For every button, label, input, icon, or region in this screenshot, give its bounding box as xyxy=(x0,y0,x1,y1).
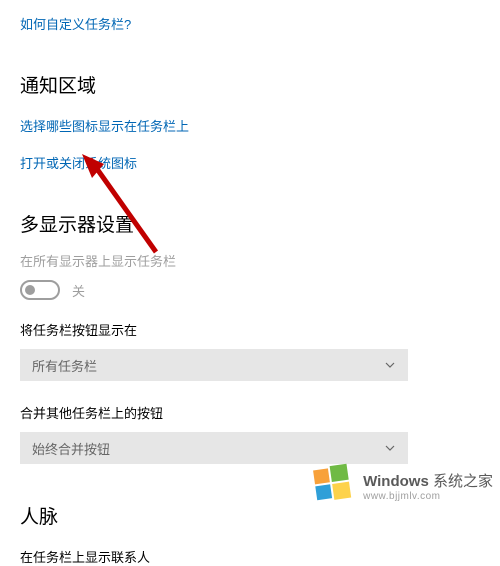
multi-monitor-title: 多显示器设置 xyxy=(20,210,480,237)
toggle-state-label: 关 xyxy=(72,281,85,300)
chevron-down-icon xyxy=(384,442,396,454)
show-contacts-label: 在任务栏上显示联系人 xyxy=(20,547,480,566)
combine-label: 合并其他任务栏上的按钮 xyxy=(20,403,480,422)
select-icons-link[interactable]: 选择哪些图标显示在任务栏上 xyxy=(20,116,480,135)
notification-area-title: 通知区域 xyxy=(20,71,480,98)
combine-value: 始终合并按钮 xyxy=(32,439,110,458)
watermark: Windows 系统之家 www.bjjmlv.com xyxy=(311,462,493,509)
toggle-knob xyxy=(25,285,35,295)
show-on-all-label: 在所有显示器上显示任务栏 xyxy=(20,251,480,270)
chevron-down-icon xyxy=(384,359,396,371)
show-buttons-value: 所有任务栏 xyxy=(32,356,97,375)
show-buttons-dropdown[interactable]: 所有任务栏 xyxy=(20,349,408,381)
show-buttons-label: 将任务栏按钮显示在 xyxy=(20,320,480,339)
watermark-url: www.bjjmlv.com xyxy=(363,491,440,502)
watermark-brand: Windows 系统之家 xyxy=(363,470,493,491)
combine-dropdown[interactable]: 始终合并按钮 xyxy=(20,432,408,464)
system-icons-link[interactable]: 打开或关闭系统图标 xyxy=(20,153,480,172)
customize-taskbar-link[interactable]: 如何自定义任务栏? xyxy=(20,14,480,33)
show-on-all-toggle xyxy=(20,280,60,300)
windows-logo-icon xyxy=(311,462,353,509)
